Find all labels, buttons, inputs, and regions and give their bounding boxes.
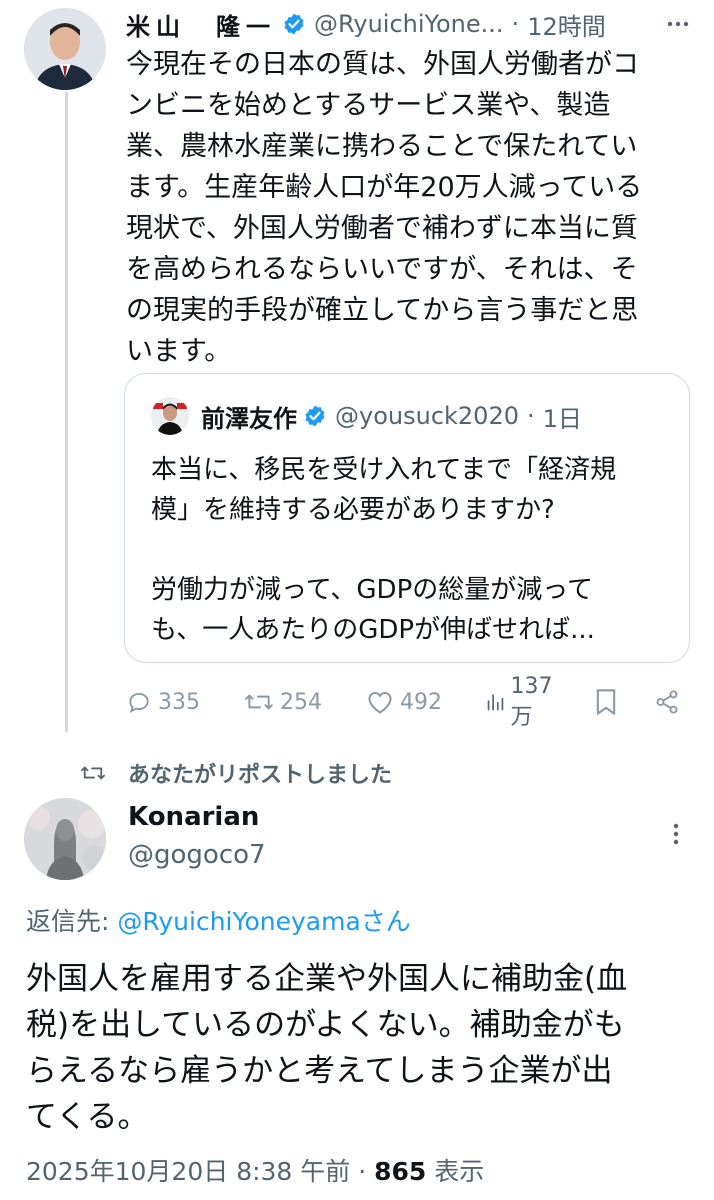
separator-dot: · [511,10,520,38]
meta-separator: · [350,1157,375,1186]
repost-icon [245,694,273,710]
tweet-text-line: ンビニを始めとするサービス業や、製造 [126,90,611,121]
quote-text-line: も、一人あたりのGDPが伸ばせれば... [151,615,595,645]
reply-count: 335 [158,689,200,715]
reply-mention-link[interactable]: @RyuichiYoneyamaさん [117,907,410,936]
heart-icon [368,692,392,714]
tweet-text-line: 今現在その日本の質は、外国人労働者がコ [126,49,639,80]
bookmark-icon [596,689,616,715]
repost-button[interactable]: 254 [244,689,322,715]
repost-count: 254 [280,689,322,715]
quote-author-name: 前澤友作 [201,404,297,433]
more-options-icon[interactable] [660,6,696,42]
view-label: 表示 [426,1157,485,1186]
bookmark-button[interactable] [594,688,624,716]
author-name[interactable]: Konarian [128,802,259,832]
tweet-text-line: ます。生産年齢人口が年20万人減っている [126,172,643,203]
tweet2-text: 外国人を雇用する企業や外国人に補助金(血 税)を出しているのがよくない。補助金が… [26,956,696,1140]
author-handle[interactable]: @gogoco7 [128,840,266,870]
tweet-text-line: います。 [126,336,232,367]
reply-button[interactable]: 335 [126,689,200,715]
quote-text-line: 本当に、移民を受け入れてまで「経済規 [151,455,617,485]
tweet-text-line: を高められるならいいですが、それは、そ [126,254,638,285]
views-button[interactable]: 137万 [486,674,560,731]
tweet-text-line: 業、農林水産業に携わることで保たれてい [126,131,638,162]
tweet-text-line: らえるなら雇うかと考えてしまう企業が出 [26,1053,613,1089]
tweet-text-line: 税)を出しているのがよくない。補助金がも [26,1007,625,1043]
views-chart-icon [487,694,504,711]
verified-badge-icon [303,404,327,428]
avatar-konarian[interactable] [24,798,106,880]
view-count: 137万 [510,673,553,730]
share-button[interactable] [654,689,686,715]
tweet-text-line: 現状で、外国人労働者で補わずに本当に質 [126,213,638,244]
quote-time: 1日 [542,404,582,433]
tweet1-text: 今現在その日本の質は、外国人労働者がコ ンビニを始めとするサービス業や、製造 業… [126,44,696,372]
thread-connector-line [65,92,68,732]
separator-dot: · [526,402,535,430]
tweet-text-line: てくる。 [26,1099,149,1135]
quote-header: 前澤友作 @yousuck2020 · 1日 [151,396,582,436]
author-handle[interactable]: @RyuichiYone... [314,10,504,38]
post-metadata: 2025年10月20日 8:38 午前 · 865 表示 [26,1152,484,1188]
quote-author-handle: @yousuck2020 [335,402,519,430]
post-time[interactable]: 12時間 [527,7,606,42]
repost-icon [81,766,105,780]
quote-avatar [151,397,189,435]
quote-text-line: 模」を維持する必要がありますか? [151,495,555,525]
author-name[interactable]: 米山 隆一 [126,7,276,42]
quoted-tweet-card[interactable]: 前澤友作 @yousuck2020 · 1日 本当に、移民を受け入れてまで「経済… [124,373,690,663]
repost-indicator-text: あなたがリポストしました [128,763,393,788]
post-timestamp[interactable]: 2025年10月20日 8:38 午前 [26,1157,350,1186]
share-icon [656,690,678,714]
tweet-text-line: の現実的手段が確立してから言う事だと思 [126,295,639,326]
avatar-yoneyama[interactable] [24,8,106,90]
reply-prefix: 返信先: [26,907,118,936]
like-button[interactable]: 492 [366,689,442,715]
quote-text: 本当に、移民を受け入れてまで「経済規 模」を維持する必要がありますか? 労働力が… [151,450,671,650]
tweet-text-line: 外国人を雇用する企業や外国人に補助金(血 [26,961,628,997]
reply-context: 返信先: @RyuichiYoneyamaさん [26,902,411,938]
reply-icon [129,692,149,714]
verified-badge-icon [282,12,306,36]
quote-text-line: 労働力が減って、GDPの総量が減って [151,575,593,605]
tweet1-action-bar: 335 254 492 137万 [126,674,686,730]
view-count: 865 [374,1157,427,1186]
like-count: 492 [400,689,442,715]
more-options-icon[interactable] [658,816,694,852]
repost-indicator: あなたがリポストしました [80,756,392,790]
tweet1-header: 米山 隆一 @RyuichiYone... · 12時間 [126,6,696,42]
